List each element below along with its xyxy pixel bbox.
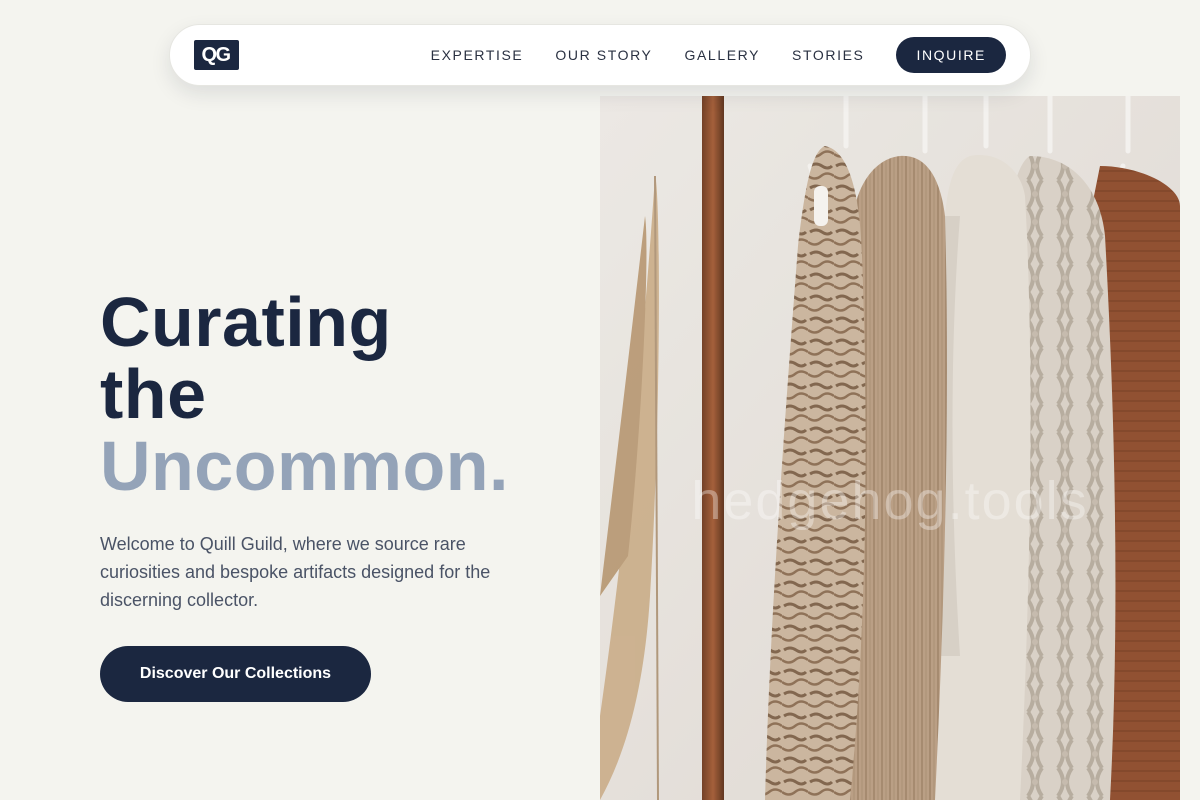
top-navigation: QG EXPERTISE OUR STORY GALLERY STORIES I…	[169, 24, 1031, 86]
nav-links: EXPERTISE OUR STORY GALLERY STORIES INQU…	[431, 37, 1006, 73]
hero-title-line-1: Curating	[100, 283, 392, 361]
hero-title-line-2: the	[100, 355, 207, 433]
landing-page: QG EXPERTISE OUR STORY GALLERY STORIES I…	[0, 0, 1200, 800]
nav-link-stories[interactable]: STORIES	[792, 47, 864, 63]
inquire-button[interactable]: INQUIRE	[896, 37, 1006, 73]
hero-image: hedgehog.tools	[600, 96, 1180, 800]
hero-title-accent: Uncommon.	[100, 427, 509, 505]
clothing-rack-illustration	[600, 96, 1180, 800]
logo[interactable]: QG	[194, 40, 239, 70]
hero-description: Welcome to Quill Guild, where we source …	[100, 534, 491, 610]
hero-title: Curating the Uncommon.	[100, 286, 509, 502]
nav-link-expertise[interactable]: EXPERTISE	[431, 47, 524, 63]
nav-link-gallery[interactable]: GALLERY	[685, 47, 761, 63]
nav-link-our-story[interactable]: OUR STORY	[555, 47, 652, 63]
discover-collections-button[interactable]: Discover Our Collections	[100, 646, 371, 702]
